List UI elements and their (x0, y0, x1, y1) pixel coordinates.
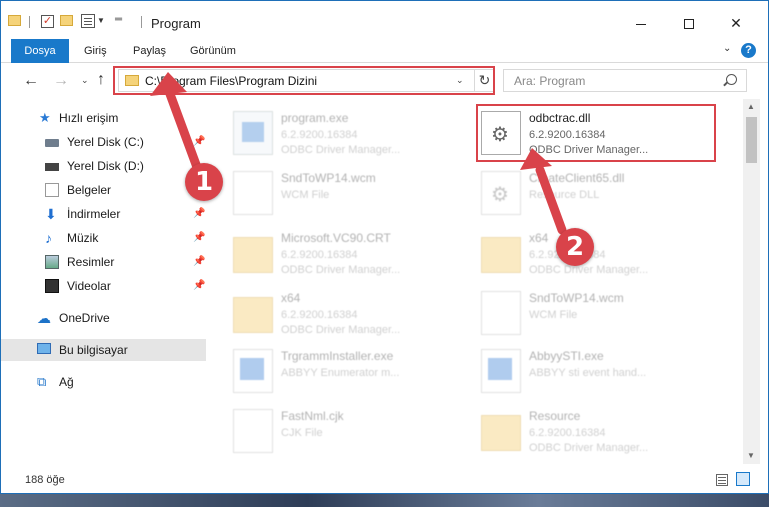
step-2-badge: 2 (556, 228, 594, 266)
step-1-badge: 1 (185, 163, 223, 201)
arrow-head-2 (520, 148, 552, 170)
arrow-to-address-bar (165, 89, 203, 175)
arrow-to-file (535, 165, 567, 235)
arrow-head-1 (150, 72, 187, 96)
annotation-arrows (150, 72, 567, 235)
